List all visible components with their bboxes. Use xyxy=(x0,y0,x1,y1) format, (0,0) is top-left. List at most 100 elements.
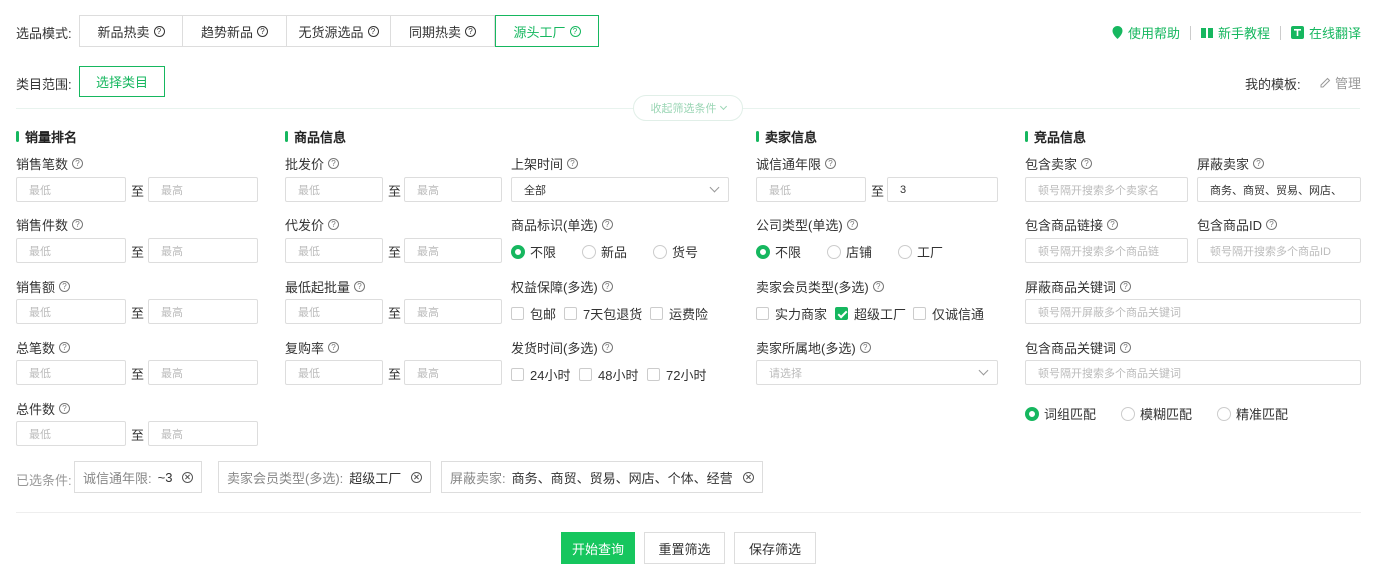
membership-years-min[interactable]: 最低 xyxy=(756,177,866,202)
check-strong-merchant[interactable]: 实力商家 xyxy=(756,304,835,323)
radio-company-factory[interactable]: 工厂 xyxy=(898,242,943,261)
seller-location-select[interactable]: 请选择 xyxy=(756,360,998,385)
translate-icon xyxy=(1290,26,1304,39)
total-orders-min[interactable]: 最低 xyxy=(16,360,126,385)
range-separator: 至 xyxy=(388,306,402,321)
min-batch-max[interactable]: 最高 xyxy=(404,299,502,324)
sales-count-min[interactable]: 最低 xyxy=(16,177,126,202)
wholesale-price-max[interactable]: 最高 xyxy=(404,177,502,202)
help-icon: ? xyxy=(825,158,837,169)
divider xyxy=(1189,25,1191,40)
help-icon: ? xyxy=(1120,281,1132,292)
company-type-options: 不限 店铺 工厂 xyxy=(756,242,943,261)
reset-filters-button[interactable]: 重置筛选 xyxy=(644,532,725,564)
save-filters-button[interactable]: 保存筛选 xyxy=(734,532,816,564)
sales-amount-min[interactable]: 最低 xyxy=(16,299,126,324)
start-search-button[interactable]: 开始查询 xyxy=(561,532,635,564)
dropship-price-max[interactable]: 最高 xyxy=(404,238,502,263)
template-label: 我的模板: xyxy=(1245,77,1301,92)
include-link-label: 包含商品链接? xyxy=(1025,215,1119,234)
block-keywords-input[interactable]: 顿号隔开屏蔽多个商品关键词 xyxy=(1025,299,1361,324)
chevron-up-icon xyxy=(719,102,727,111)
radio-company-unlimited[interactable]: 不限 xyxy=(756,242,827,261)
radio-tag-unlimited[interactable]: 不限 xyxy=(511,242,582,261)
check-24h[interactable]: 24小时 xyxy=(511,365,579,384)
total-orders-label: 总笔数? xyxy=(16,338,71,357)
manage-template-link[interactable]: 管理 xyxy=(1320,73,1361,92)
check-7day-return[interactable]: 7天包退货 xyxy=(564,304,650,323)
section-sales-title: 销量排名 xyxy=(16,127,77,146)
tab-no-stock[interactable]: 无货源选品? xyxy=(287,15,391,47)
help-icon: ? xyxy=(872,281,884,292)
check-chengxintong-only[interactable]: 仅诚信通 xyxy=(913,304,984,323)
sales-amount-max[interactable]: 最高 xyxy=(148,299,258,324)
include-link-input[interactable]: 顿号隔开搜索多个商品链 xyxy=(1025,238,1188,263)
min-batch-min[interactable]: 最低 xyxy=(285,299,383,324)
book-icon xyxy=(1200,27,1213,38)
sales-qty-min[interactable]: 最低 xyxy=(16,238,126,263)
check-72h[interactable]: 72小时 xyxy=(647,365,706,384)
tutorial-link[interactable]: 新手教程 xyxy=(1200,23,1270,42)
check-48h[interactable]: 48小时 xyxy=(579,365,647,384)
repurchase-rate-label: 复购率? xyxy=(285,338,340,357)
check-super-factory[interactable]: 超级工厂 xyxy=(835,304,913,323)
block-seller-input[interactable]: 商务、商贸、贸易、网店、 xyxy=(1197,177,1361,202)
close-icon[interactable] xyxy=(411,471,423,483)
include-seller-input[interactable]: 顿号隔开搜索多个卖家名 xyxy=(1025,177,1188,202)
radio-exact-match[interactable]: 精准匹配 xyxy=(1217,404,1288,423)
help-icon: ? xyxy=(601,219,613,230)
tab-new-hot[interactable]: 新品热卖? xyxy=(79,15,183,47)
sales-count-max[interactable]: 最高 xyxy=(148,177,258,202)
listing-time-label: 上架时间? xyxy=(511,154,579,173)
check-shipping-insurance[interactable]: 运费险 xyxy=(650,304,708,323)
total-items-max[interactable]: 最高 xyxy=(148,421,258,446)
radio-company-store[interactable]: 店铺 xyxy=(827,242,898,261)
wholesale-price-min[interactable]: 最低 xyxy=(285,177,383,202)
tab-same-period[interactable]: 同期热卖? xyxy=(391,15,495,47)
ship-time-label: 发货时间(多选)? xyxy=(511,338,613,357)
membership-years-max[interactable]: 3 xyxy=(887,177,998,202)
check-free-shipping[interactable]: 包邮 xyxy=(511,304,564,323)
selected-chip-years: 诚信通年限: ~3 xyxy=(74,461,203,493)
close-icon[interactable] xyxy=(182,471,194,483)
include-keywords-input[interactable]: 顿号隔开搜索多个商品关键词 xyxy=(1025,360,1361,385)
mode-tabs: 新品热卖? 趋势新品? 无货源选品? 同期热卖? 源头工厂? xyxy=(79,15,599,47)
seller-location-label: 卖家所属地(多选)? xyxy=(756,338,871,357)
selected-chip-member-type: 卖家会员类型(多选): 超级工厂 xyxy=(218,461,432,493)
company-type-label: 公司类型(单选)? xyxy=(756,215,858,234)
dropship-price-label: 代发价? xyxy=(285,215,340,234)
section-seller-title: 卖家信息 xyxy=(756,127,817,146)
chevron-down-icon xyxy=(978,365,989,376)
collapse-filters-button[interactable]: 收起筛选条件 xyxy=(633,95,743,121)
tab-trend-new[interactable]: 趋势新品? xyxy=(183,15,287,47)
help-icon: ? xyxy=(1266,219,1278,230)
repurchase-rate-min[interactable]: 最低 xyxy=(285,360,383,385)
dropship-price-min[interactable]: 最低 xyxy=(285,238,383,263)
sales-qty-label: 销售件数? xyxy=(16,215,84,234)
repurchase-rate-max[interactable]: 最高 xyxy=(404,360,502,385)
radio-fuzzy-match[interactable]: 模糊匹配 xyxy=(1121,404,1217,423)
radio-tag-new[interactable]: 新品 xyxy=(582,242,653,261)
help-icon: ? xyxy=(59,281,71,292)
help-icon: ? xyxy=(257,25,268,37)
total-orders-max[interactable]: 最高 xyxy=(148,360,258,385)
sales-qty-max[interactable]: 最高 xyxy=(148,238,258,263)
help-icon: ? xyxy=(601,342,613,353)
translate-link[interactable]: 在线翻译 xyxy=(1290,23,1361,42)
radio-phrase-match[interactable]: 词组匹配 xyxy=(1025,404,1121,423)
edit-icon xyxy=(1320,77,1331,88)
close-icon[interactable] xyxy=(742,471,754,483)
listing-time-select[interactable]: 全部 xyxy=(511,177,729,202)
radio-tag-sku[interactable]: 货号 xyxy=(653,242,698,261)
help-icon: ? xyxy=(328,158,340,169)
select-category-button[interactable]: 选择类目 xyxy=(79,66,165,97)
wholesale-price-label: 批发价? xyxy=(285,154,340,173)
help-icon: ? xyxy=(72,158,84,169)
checkmark-icon xyxy=(835,307,848,320)
total-items-min[interactable]: 最低 xyxy=(16,421,126,446)
include-id-input[interactable]: 顿号隔开搜索多个商品ID xyxy=(1197,238,1361,263)
tab-source-factory[interactable]: 源头工厂? xyxy=(495,15,599,47)
match-mode-options: 词组匹配 模糊匹配 精准匹配 xyxy=(1025,404,1288,423)
help-icon: ? xyxy=(153,25,165,37)
help-link[interactable]: 使用帮助 xyxy=(1112,23,1180,42)
